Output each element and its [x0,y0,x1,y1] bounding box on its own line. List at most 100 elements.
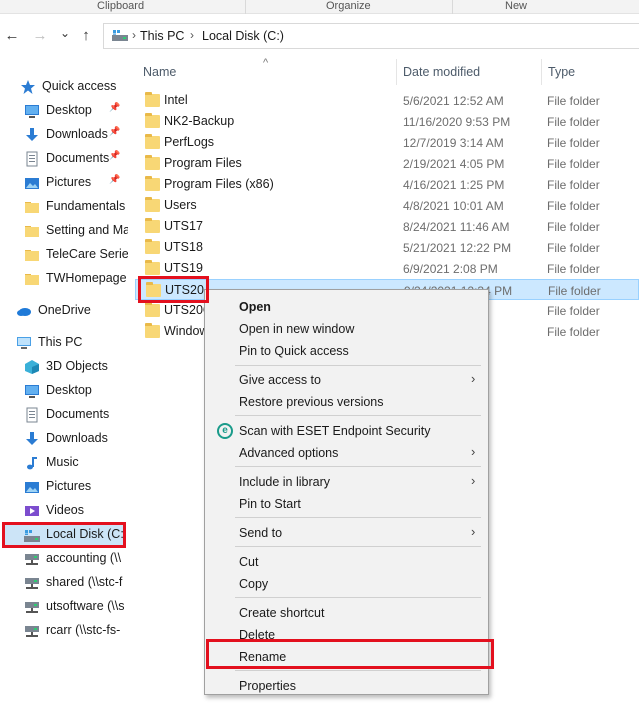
menu-item-rename[interactable]: Rename [205,646,488,668]
file-row-uts18[interactable]: UTS18 5/21/2021 12:22 PM File folder [135,237,639,258]
back-button[interactable]: ← [4,27,20,45]
sidebar-item-rcarr-stc-fs[interactable]: rcarr (\\stc-fs- [0,619,128,643]
sidebar-item-label: TWHomepage [46,271,127,285]
file-row-uts19[interactable]: UTS19 6/9/2021 2:08 PM File folder [135,258,639,279]
sidebar-item-downloads[interactable]: Downloads 📌 [0,123,128,147]
file-type: File folder [547,325,600,339]
sidebar-item-downloads[interactable]: Downloads [0,427,128,451]
download-icon [24,127,40,143]
menu-item-label: Rename [239,650,287,664]
file-date: 5/21/2021 12:22 PM [403,241,512,255]
sidebar-item-music[interactable]: Music [0,451,128,475]
ribbon-group-labels: Clipboard Organize New [0,0,639,14]
column-divider[interactable] [541,59,542,85]
menu-separator [235,517,481,518]
address-bar[interactable]: › This PC › Local Disk (C:) [103,23,639,49]
menu-item-send-to[interactable]: Send to › [205,522,488,544]
sidebar-item-accounting[interactable]: accounting (\\ [0,547,128,571]
sidebar-item-pictures[interactable]: Pictures 📌 [0,171,128,195]
sidebar-item-telecare-series[interactable]: TeleCare Series [0,243,128,267]
sidebar-item-documents[interactable]: Documents 📌 [0,147,128,171]
folder-icon [145,239,160,254]
menu-item-cut[interactable]: Cut [205,551,488,573]
menu-separator [235,546,481,547]
folder-icon [145,134,160,149]
sidebar-item-onedrive[interactable]: OneDrive [0,299,128,323]
file-row-program-files[interactable]: Program Files 2/19/2021 4:05 PM File folde… [135,153,639,174]
forward-button[interactable]: → [32,27,48,45]
sidebar-item-shared-stc-f[interactable]: shared (\\stc-f [0,571,128,595]
menu-item-pin-to-start[interactable]: Pin to Start [205,493,488,515]
documents-icon [24,151,40,167]
breadcrumb-this-pc[interactable]: This PC [140,29,184,43]
sidebar-item-fundamentals[interactable]: Fundamentals [0,195,128,219]
recent-locations-button[interactable]: ⌄ [58,24,72,42]
desktop-icon [24,103,40,119]
menu-item-properties[interactable]: Properties [205,675,488,697]
file-date: 5/6/2021 12:52 AM [403,94,504,108]
menu-item-open[interactable]: Open [205,296,488,318]
cloud-icon [16,303,32,319]
file-type: File folder [547,157,600,171]
menu-item-label: Open in new window [239,322,355,336]
menu-item-label: Cut [239,555,259,569]
file-row-users[interactable]: Users 4/8/2021 10:01 AM File folder [135,195,639,216]
file-row-nk2-backup[interactable]: NK2-Backup 11/16/2020 9:53 PM File folder [135,111,639,132]
sidebar-item-desktop[interactable]: Desktop [0,379,128,403]
file-date: 12/7/2019 3:14 AM [403,136,504,150]
sidebar-item-label: Fundamentals [46,199,126,213]
menu-item-label: Create shortcut [239,606,325,620]
menu-item-copy[interactable]: Copy [205,573,488,595]
eset-icon: e [217,423,233,439]
folder-icon [145,155,160,170]
folder-icon [24,271,40,287]
network-drive-icon [24,623,40,639]
sidebar-item-documents[interactable]: Documents [0,403,128,427]
menu-item-pin-to-quick-access[interactable]: Pin to Quick access [205,340,488,362]
file-row-program-files-x86[interactable]: Program Files (x86) 4/16/2021 1:25 PM File… [135,174,639,195]
videos-icon [24,503,40,519]
sidebar-item-videos[interactable]: Videos [0,499,128,523]
menu-item-give-access-to[interactable]: Give access to › [205,369,488,391]
breadcrumb-local-disk[interactable]: Local Disk (C:) [202,29,284,43]
menu-item-scan-with-eset-endpoint-security[interactable]: e Scan with ESET Endpoint Security [205,420,488,442]
file-row-uts17[interactable]: UTS17 8/24/2021 11:46 AM File folder [135,216,639,237]
submenu-chevron-icon: › [471,444,476,459]
file-row-intel[interactable]: Intel 5/6/2021 12:52 AM File folder [135,90,639,111]
column-divider[interactable] [396,59,397,85]
file-date: 4/16/2021 1:25 PM [403,178,505,192]
sidebar-item-this-pc[interactable]: This PC [0,331,128,355]
sidebar-item-label: accounting (\\ [46,551,122,565]
sidebar-item-local-disk-c[interactable]: Local Disk (C:) [5,523,123,547]
up-button[interactable]: ↑ [78,27,94,45]
file-name: Users [164,198,197,212]
folder-icon [145,197,160,212]
menu-item-restore-previous-versions[interactable]: Restore previous versions [205,391,488,413]
column-header-date-modified[interactable]: Date modified [403,57,480,87]
sidebar-item-setting-and-ma[interactable]: Setting and Ma [0,219,128,243]
column-header-name[interactable]: Name [143,57,176,87]
sidebar-item-label: Setting and Ma [46,223,128,237]
file-type: File folder [547,262,600,276]
pin-icon: 📌 [109,126,121,136]
sidebar-item-desktop[interactable]: Desktop 📌 [0,99,128,123]
sidebar-item-twhomepage[interactable]: TWHomepage [0,267,128,291]
menu-item-advanced-options[interactable]: Advanced options › [205,442,488,464]
sidebar-item-pictures[interactable]: Pictures [0,475,128,499]
menu-item-create-shortcut[interactable]: Create shortcut [205,602,488,624]
sidebar-item-quick-access[interactable]: Quick access [0,75,128,99]
menu-item-open-in-new-window[interactable]: Open in new window [205,318,488,340]
file-name: Window [164,324,209,338]
sidebar-item-utsoftware-s[interactable]: utsoftware (\\s [0,595,128,619]
file-type: File folder [548,284,601,298]
sidebar-item-label: rcarr (\\stc-fs- [46,623,121,637]
sidebar-item-label: Documents [46,407,110,421]
menu-item-include-in-library[interactable]: Include in library › [205,471,488,493]
sidebar-item-3d-objects[interactable]: 3D Objects [0,355,128,379]
column-header-type[interactable]: Type [548,57,575,87]
sidebar-item-label: OneDrive [38,303,91,317]
menu-item-delete[interactable]: Delete [205,624,488,646]
submenu-chevron-icon: › [471,524,476,539]
navigation-pane-scrollbar[interactable] [128,57,135,711]
file-row-perflogs[interactable]: PerfLogs 12/7/2019 3:14 AM File folder [135,132,639,153]
